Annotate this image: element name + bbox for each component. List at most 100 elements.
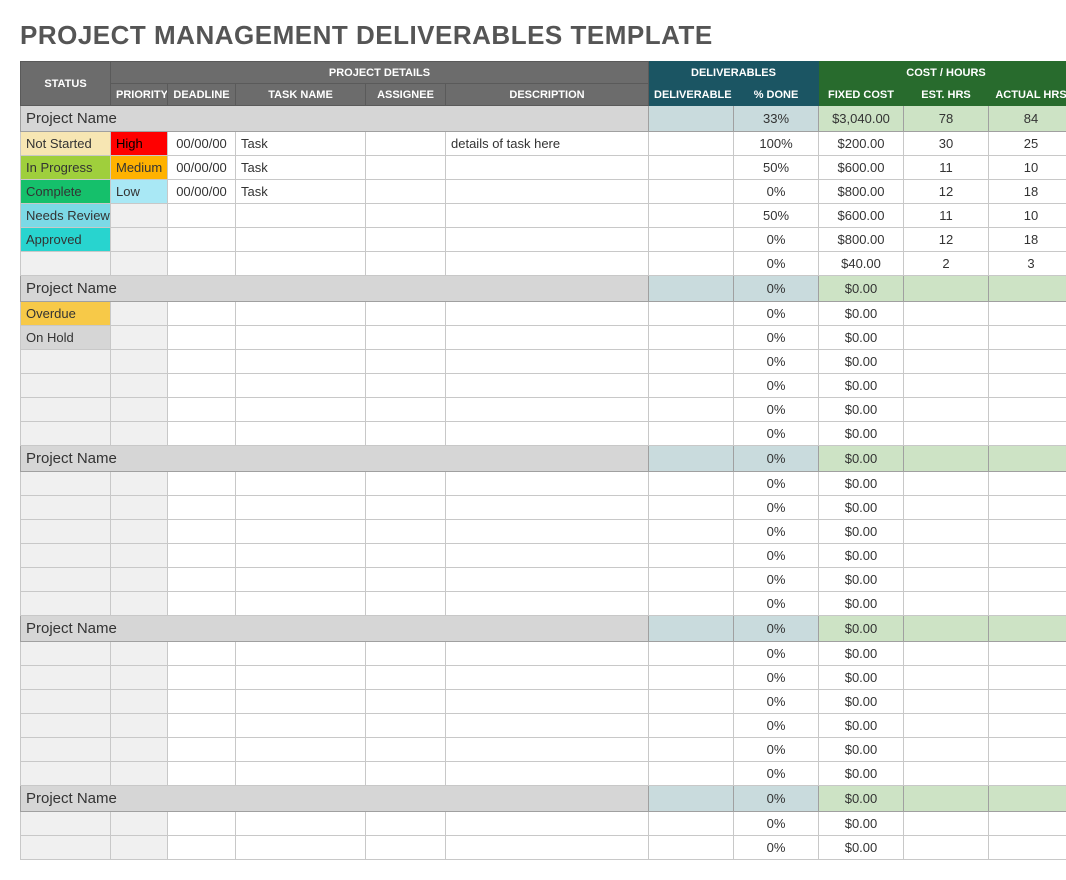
assignee-cell[interactable]: [366, 690, 446, 714]
deliverable-cell[interactable]: [649, 374, 734, 398]
cost-cell[interactable]: $0.00: [819, 496, 904, 520]
description-cell[interactable]: [446, 472, 649, 496]
task-cell[interactable]: Task: [236, 180, 366, 204]
cost-cell[interactable]: $0.00: [819, 714, 904, 738]
description-cell[interactable]: [446, 156, 649, 180]
cost-cell[interactable]: $0.00: [819, 642, 904, 666]
deadline-cell[interactable]: [168, 544, 236, 568]
cost-cell[interactable]: $0.00: [819, 472, 904, 496]
assignee-cell[interactable]: [366, 666, 446, 690]
deliverable-cell[interactable]: [649, 690, 734, 714]
pctdone-cell[interactable]: 0%: [734, 422, 819, 446]
task-cell[interactable]: [236, 398, 366, 422]
description-cell[interactable]: [446, 592, 649, 616]
deadline-cell[interactable]: [168, 812, 236, 836]
cost-cell[interactable]: $600.00: [819, 156, 904, 180]
task-cell[interactable]: Task: [236, 156, 366, 180]
pctdone-cell[interactable]: 0%: [734, 228, 819, 252]
deadline-cell[interactable]: [168, 350, 236, 374]
status-cell[interactable]: [21, 374, 111, 398]
deliverable-cell[interactable]: [649, 252, 734, 276]
act-cell[interactable]: [989, 812, 1066, 836]
deliverable-cell[interactable]: [649, 520, 734, 544]
assignee-cell[interactable]: [366, 714, 446, 738]
pctdone-cell[interactable]: 0%: [734, 642, 819, 666]
priority-cell[interactable]: [111, 642, 168, 666]
deliverable-cell[interactable]: [649, 836, 734, 860]
status-cell[interactable]: Overdue: [21, 302, 111, 326]
assignee-cell[interactable]: [366, 544, 446, 568]
pctdone-cell[interactable]: 0%: [734, 544, 819, 568]
task-cell[interactable]: [236, 350, 366, 374]
deliverable-cell[interactable]: [649, 204, 734, 228]
assignee-cell[interactable]: [366, 156, 446, 180]
est-cell[interactable]: [904, 690, 989, 714]
cost-cell[interactable]: $0.00: [819, 422, 904, 446]
deadline-cell[interactable]: [168, 836, 236, 860]
deadline-cell[interactable]: [168, 642, 236, 666]
deadline-cell[interactable]: [168, 666, 236, 690]
pctdone-cell[interactable]: 0%: [734, 472, 819, 496]
deliverable-cell[interactable]: [649, 812, 734, 836]
status-cell[interactable]: [21, 690, 111, 714]
est-cell[interactable]: [904, 326, 989, 350]
cost-cell[interactable]: $0.00: [819, 592, 904, 616]
act-cell[interactable]: [989, 544, 1066, 568]
pctdone-cell[interactable]: 100%: [734, 132, 819, 156]
deadline-cell[interactable]: [168, 690, 236, 714]
pctdone-cell[interactable]: 0%: [734, 666, 819, 690]
description-cell[interactable]: [446, 836, 649, 860]
est-cell[interactable]: 12: [904, 228, 989, 252]
assignee-cell[interactable]: [366, 762, 446, 786]
cost-cell[interactable]: $800.00: [819, 180, 904, 204]
est-cell[interactable]: [904, 738, 989, 762]
task-cell[interactable]: [236, 204, 366, 228]
deadline-cell[interactable]: [168, 302, 236, 326]
priority-cell[interactable]: [111, 422, 168, 446]
status-cell[interactable]: Approved: [21, 228, 111, 252]
deliverable-cell[interactable]: [649, 228, 734, 252]
status-cell[interactable]: [21, 252, 111, 276]
deadline-cell[interactable]: [168, 738, 236, 762]
assignee-cell[interactable]: [366, 132, 446, 156]
cost-cell[interactable]: $0.00: [819, 762, 904, 786]
priority-cell[interactable]: High: [111, 132, 168, 156]
status-cell[interactable]: [21, 544, 111, 568]
description-cell[interactable]: [446, 690, 649, 714]
priority-cell[interactable]: Medium: [111, 156, 168, 180]
est-cell[interactable]: [904, 714, 989, 738]
description-cell[interactable]: [446, 180, 649, 204]
task-cell[interactable]: [236, 520, 366, 544]
deadline-cell[interactable]: [168, 326, 236, 350]
pctdone-cell[interactable]: 0%: [734, 762, 819, 786]
pctdone-cell[interactable]: 0%: [734, 836, 819, 860]
status-cell[interactable]: [21, 472, 111, 496]
description-cell[interactable]: [446, 422, 649, 446]
deadline-cell[interactable]: 00/00/00: [168, 156, 236, 180]
act-cell[interactable]: [989, 302, 1066, 326]
cost-cell[interactable]: $40.00: [819, 252, 904, 276]
act-cell[interactable]: [989, 762, 1066, 786]
status-cell[interactable]: Needs Review: [21, 204, 111, 228]
pctdone-cell[interactable]: 0%: [734, 812, 819, 836]
description-cell[interactable]: [446, 642, 649, 666]
est-cell[interactable]: [904, 812, 989, 836]
act-cell[interactable]: [989, 374, 1066, 398]
assignee-cell[interactable]: [366, 350, 446, 374]
description-cell[interactable]: [446, 496, 649, 520]
project-name-cell[interactable]: Project Name: [21, 616, 649, 642]
task-cell[interactable]: [236, 422, 366, 446]
assignee-cell[interactable]: [366, 836, 446, 860]
pctdone-cell[interactable]: 0%: [734, 568, 819, 592]
task-cell[interactable]: [236, 762, 366, 786]
project-name-cell[interactable]: Project Name: [21, 446, 649, 472]
status-cell[interactable]: [21, 714, 111, 738]
assignee-cell[interactable]: [366, 252, 446, 276]
description-cell[interactable]: [446, 738, 649, 762]
deadline-cell[interactable]: 00/00/00: [168, 180, 236, 204]
description-cell[interactable]: [446, 302, 649, 326]
pctdone-cell[interactable]: 0%: [734, 520, 819, 544]
cost-cell[interactable]: $0.00: [819, 350, 904, 374]
deadline-cell[interactable]: [168, 714, 236, 738]
deliverable-cell[interactable]: [649, 666, 734, 690]
